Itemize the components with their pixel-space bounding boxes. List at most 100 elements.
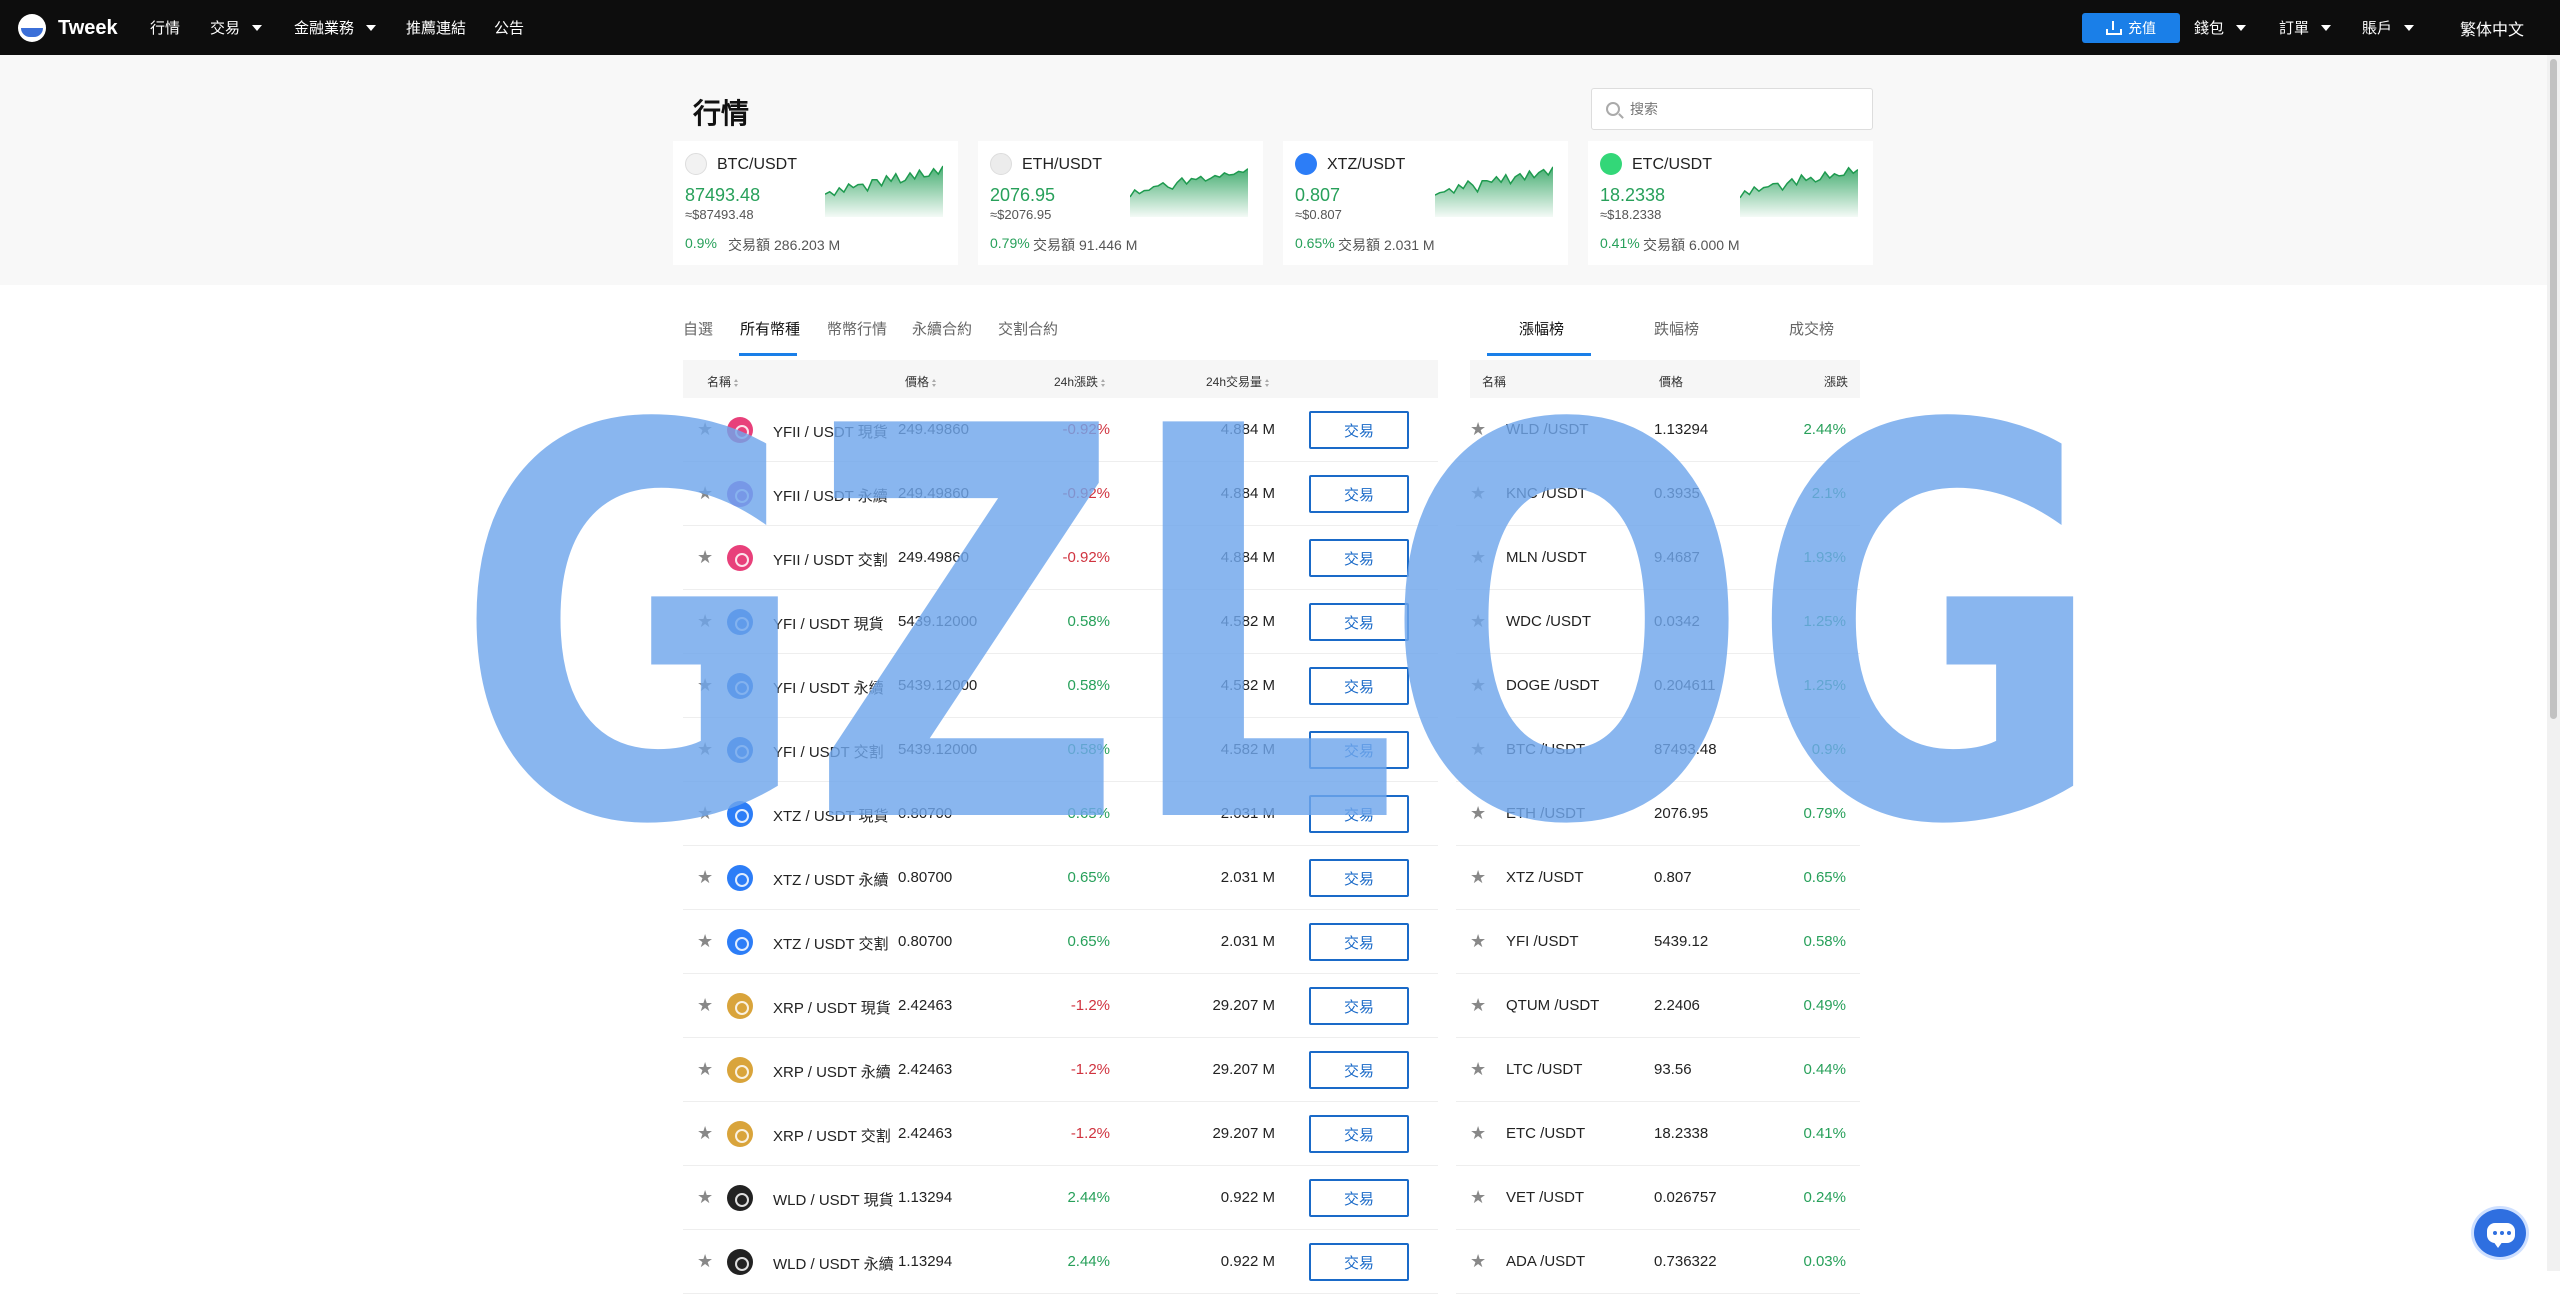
trade-button[interactable]: 交易 [1309, 1179, 1409, 1217]
search-input[interactable] [1628, 97, 1858, 121]
nav-item-announcements[interactable]: 公告 [494, 0, 524, 55]
scrollbar-thumb[interactable] [2550, 59, 2557, 719]
nav-item-wallet[interactable]: 錢包 [2194, 0, 2247, 55]
favorite-star-icon[interactable]: ★ [1470, 676, 1488, 694]
trade-button[interactable]: 交易 [1309, 795, 1409, 833]
nav-item-account[interactable]: 賬戶 [2362, 0, 2415, 55]
table-row[interactable]: ★ XTZ / USDT 永續 0.80700 0.65% 2.031 M 交易 [683, 846, 1438, 910]
favorite-star-icon[interactable]: ★ [697, 1252, 715, 1270]
favorite-star-icon[interactable]: ★ [697, 676, 715, 694]
ticker-card[interactable]: ETH/USDT 2076.95 ≈$2076.95 0.79% 交易額 91.4… [978, 141, 1263, 265]
ranking-row[interactable]: ★ QTUM /USDT 2.2406 0.49% [1456, 974, 1860, 1038]
favorite-star-icon[interactable]: ★ [1470, 548, 1488, 566]
trade-button[interactable]: 交易 [1309, 1051, 1409, 1089]
ticker-card[interactable]: XTZ/USDT 0.807 ≈$0.807 0.65% 交易額 2.031 M [1283, 141, 1568, 265]
table-row[interactable]: ★ WLD / USDT 永續 1.13294 2.44% 0.922 M 交易 [683, 1230, 1438, 1294]
page-scrollbar[interactable] [2547, 55, 2560, 1271]
favorite-star-icon[interactable]: ★ [1470, 804, 1488, 822]
ticker-card[interactable]: BTC/USDT 87493.48 ≈$87493.48 0.9% 交易額 286… [673, 141, 958, 265]
table-row[interactable]: ★ YFII / USDT 交割 249.49860 -0.92% 4.884 … [683, 526, 1438, 590]
nav-item-trade[interactable]: 交易 [210, 0, 263, 55]
col-name[interactable]: 名稱 [707, 373, 739, 390]
nav-item-finance[interactable]: 金融業務 [294, 0, 377, 55]
ranking-row[interactable]: ★ XTZ /USDT 0.807 0.65% [1456, 846, 1860, 910]
table-row[interactable]: ★ XTZ / USDT 現貨 0.80700 0.65% 2.031 M 交易 [683, 782, 1438, 846]
deposit-button[interactable]: 充值 [2082, 13, 2180, 43]
ranking-tab-0[interactable]: 漲幅榜 [1519, 318, 1564, 339]
language-selector[interactable]: 繁体中文 [2460, 0, 2524, 55]
favorite-star-icon[interactable]: ★ [697, 932, 715, 950]
favorite-star-icon[interactable]: ★ [697, 740, 715, 758]
ranking-row[interactable]: ★ ETC /USDT 18.2338 0.41% [1456, 1102, 1860, 1166]
ranking-row[interactable]: ★ KNC /USDT 0.3935 2.1% [1456, 462, 1860, 526]
favorite-star-icon[interactable]: ★ [1470, 484, 1488, 502]
col-volume[interactable]: 24h交易量 [1206, 373, 1270, 390]
trade-button[interactable]: 交易 [1309, 603, 1409, 641]
col-price[interactable]: 價格 [905, 373, 937, 390]
trade-button[interactable]: 交易 [1309, 667, 1409, 705]
trade-button[interactable]: 交易 [1309, 1115, 1409, 1153]
favorite-star-icon[interactable]: ★ [697, 548, 715, 566]
ranking-row[interactable]: ★ WDC /USDT 0.0342 1.25% [1456, 590, 1860, 654]
table-row[interactable]: ★ XRP / USDT 永續 2.42463 -1.2% 29.207 M 交… [683, 1038, 1438, 1102]
table-row[interactable]: ★ YFI / USDT 永續 5439.12000 0.58% 4.582 M… [683, 654, 1438, 718]
table-row[interactable]: ★ XRP / USDT 交割 2.42463 -1.2% 29.207 M 交… [683, 1102, 1438, 1166]
favorite-star-icon[interactable]: ★ [697, 868, 715, 886]
favorite-star-icon[interactable]: ★ [1470, 868, 1488, 886]
market-tab-0[interactable]: 自選 [683, 318, 713, 339]
favorite-star-icon[interactable]: ★ [1470, 1060, 1488, 1078]
favorite-star-icon[interactable]: ★ [1470, 996, 1488, 1014]
favorite-star-icon[interactable]: ★ [697, 1124, 715, 1142]
market-tab-2[interactable]: 幣幣行情 [827, 318, 887, 339]
ranking-tab-2[interactable]: 成交榜 [1789, 318, 1834, 339]
table-row[interactable]: ★ XTZ / USDT 交割 0.80700 0.65% 2.031 M 交易 [683, 910, 1438, 974]
favorite-star-icon[interactable]: ★ [697, 420, 715, 438]
favorite-star-icon[interactable]: ★ [1470, 1124, 1488, 1142]
favorite-star-icon[interactable]: ★ [1470, 420, 1488, 438]
col-change[interactable]: 24h漲跌 [1054, 373, 1106, 390]
trade-button[interactable]: 交易 [1309, 859, 1409, 897]
trade-button[interactable]: 交易 [1309, 539, 1409, 577]
ticker-card[interactable]: ETC/USDT 18.2338 ≈$18.2338 0.41% 交易額 6.00… [1588, 141, 1873, 265]
favorite-star-icon[interactable]: ★ [1470, 740, 1488, 758]
nav-item-market[interactable]: 行情 [150, 0, 180, 55]
favorite-star-icon[interactable]: ★ [697, 1060, 715, 1078]
table-row[interactable]: ★ WLD / USDT 現貨 1.13294 2.44% 0.922 M 交易 [683, 1166, 1438, 1230]
table-row[interactable]: ★ YFII / USDT 永續 249.49860 -0.92% 4.884 … [683, 462, 1438, 526]
chat-support-button[interactable] [2471, 1206, 2529, 1260]
trade-button[interactable]: 交易 [1309, 411, 1409, 449]
favorite-star-icon[interactable]: ★ [1470, 612, 1488, 630]
ranking-tab-1[interactable]: 跌幅榜 [1654, 318, 1699, 339]
table-row[interactable]: ★ XRP / USDT 現貨 2.42463 -1.2% 29.207 M 交… [683, 974, 1438, 1038]
market-tab-1[interactable]: 所有幣種 [740, 318, 800, 339]
favorite-star-icon[interactable]: ★ [697, 996, 715, 1014]
trade-button[interactable]: 交易 [1309, 987, 1409, 1025]
favorite-star-icon[interactable]: ★ [1470, 932, 1488, 950]
ranking-row[interactable]: ★ ETH /USDT 2076.95 0.79% [1456, 782, 1860, 846]
favorite-star-icon[interactable]: ★ [1470, 1188, 1488, 1206]
table-row[interactable]: ★ YFI / USDT 現貨 5439.12000 0.58% 4.582 M… [683, 590, 1438, 654]
favorite-star-icon[interactable]: ★ [697, 484, 715, 502]
search-box[interactable] [1591, 88, 1873, 130]
ranking-row[interactable]: ★ MLN /USDT 9.4687 1.93% [1456, 526, 1860, 590]
favorite-star-icon[interactable]: ★ [697, 1188, 715, 1206]
ranking-row[interactable]: ★ ADA /USDT 0.736322 0.03% [1456, 1230, 1860, 1294]
ranking-row[interactable]: ★ BTC /USDT 87493.48 0.9% [1456, 718, 1860, 782]
trade-button[interactable]: 交易 [1309, 1243, 1409, 1281]
favorite-star-icon[interactable]: ★ [1470, 1252, 1488, 1270]
market-tab-3[interactable]: 永續合約 [912, 318, 972, 339]
trade-button[interactable]: 交易 [1309, 731, 1409, 769]
ranking-row[interactable]: ★ VET /USDT 0.026757 0.24% [1456, 1166, 1860, 1230]
nav-item-referral[interactable]: 推薦連結 [406, 0, 466, 55]
trade-button[interactable]: 交易 [1309, 475, 1409, 513]
table-row[interactable]: ★ YFI / USDT 交割 5439.12000 0.58% 4.582 M… [683, 718, 1438, 782]
ranking-row[interactable]: ★ WLD /USDT 1.13294 2.44% [1456, 398, 1860, 462]
favorite-star-icon[interactable]: ★ [697, 804, 715, 822]
ranking-row[interactable]: ★ DOGE /USDT 0.204611 1.25% [1456, 654, 1860, 718]
logo[interactable]: Tweek [18, 12, 118, 44]
favorite-star-icon[interactable]: ★ [697, 612, 715, 630]
trade-button[interactable]: 交易 [1309, 923, 1409, 961]
nav-item-orders[interactable]: 訂單 [2279, 0, 2332, 55]
table-row[interactable]: ★ YFII / USDT 現貨 249.49860 -0.92% 4.884 … [683, 398, 1438, 462]
ranking-row[interactable]: ★ YFI /USDT 5439.12 0.58% [1456, 910, 1860, 974]
